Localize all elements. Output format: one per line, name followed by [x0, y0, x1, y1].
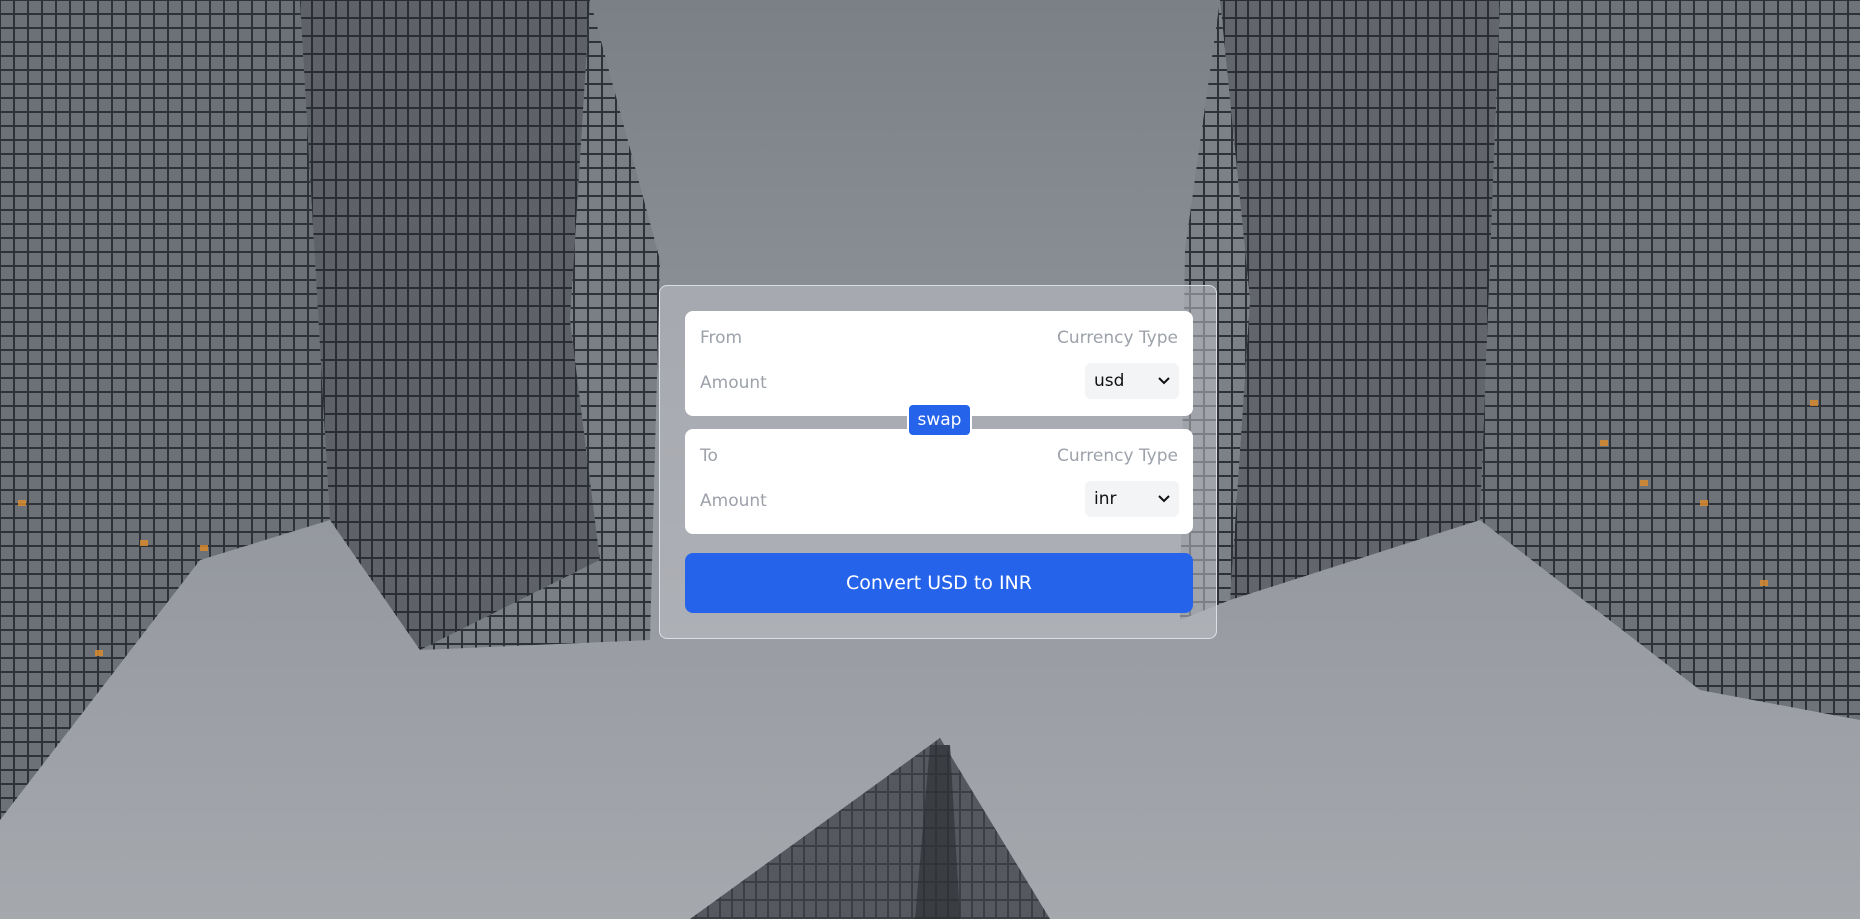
to-currency-select[interactable]: inr	[1085, 481, 1179, 517]
from-panel: From Currency Type usd	[685, 311, 1193, 416]
chevron-down-icon	[1158, 377, 1170, 385]
convert-button[interactable]: Convert USD to INR	[685, 553, 1193, 613]
to-currency-type-label: Currency Type	[1056, 446, 1178, 466]
to-panel: To Currency Type inr	[685, 429, 1193, 534]
from-amount-input[interactable]	[700, 370, 1000, 396]
from-currency-select[interactable]: usd	[1085, 363, 1179, 399]
to-label: To	[700, 446, 718, 466]
chevron-down-icon	[1158, 495, 1170, 503]
swap-button[interactable]: swap	[907, 403, 972, 437]
to-currency-value: inr	[1094, 489, 1117, 509]
to-amount-input[interactable]	[700, 488, 1000, 514]
converter-card: From Currency Type usd swap To Currency …	[659, 285, 1217, 639]
from-label: From	[700, 328, 743, 348]
from-currency-type-label: Currency Type	[1056, 328, 1178, 348]
from-currency-value: usd	[1094, 371, 1125, 391]
